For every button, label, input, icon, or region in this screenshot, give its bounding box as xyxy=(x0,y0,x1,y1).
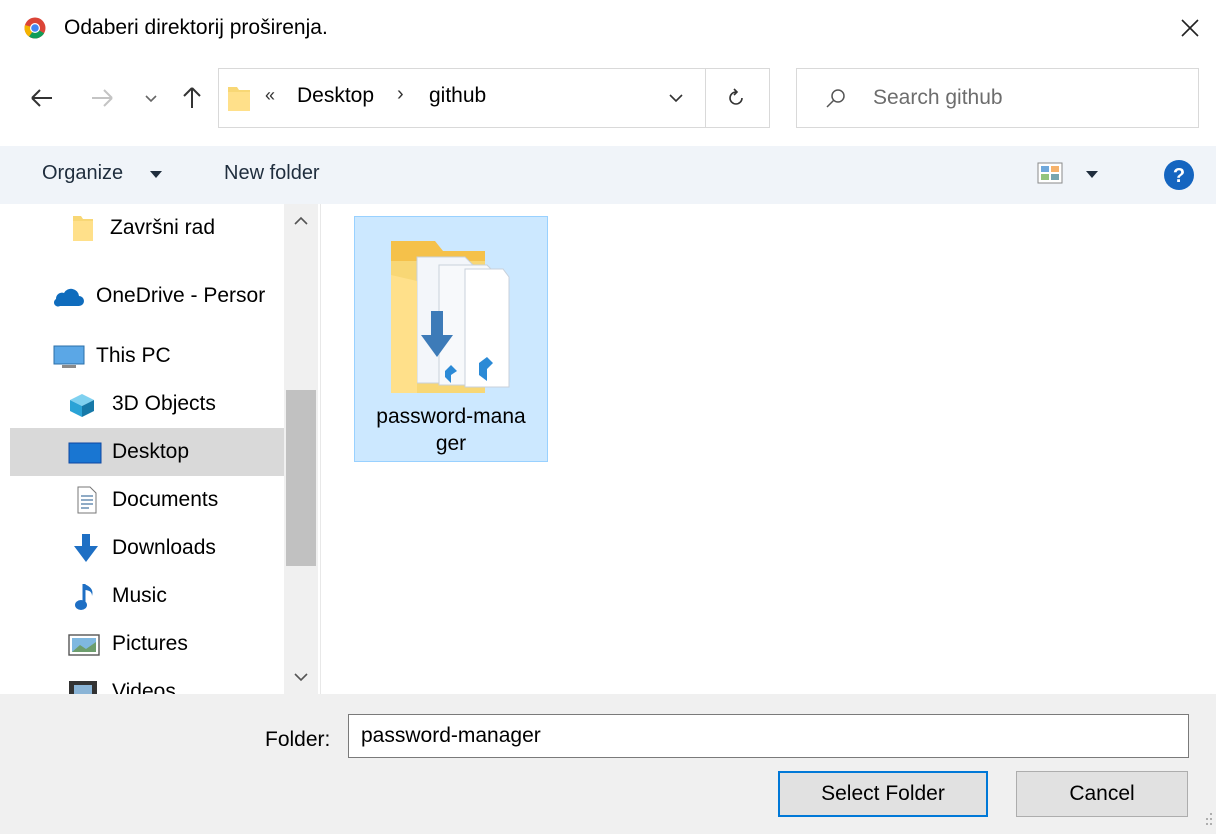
help-icon[interactable]: ? xyxy=(1162,158,1196,192)
sidebar-item-desktop[interactable]: Desktop xyxy=(10,428,284,476)
scroll-down-icon[interactable] xyxy=(292,670,310,684)
documents-icon xyxy=(77,486,97,514)
sidebar-item-videos[interactable]: Videos xyxy=(10,668,284,694)
downloads-icon xyxy=(74,534,98,562)
sidebar-item-label: Videos xyxy=(112,680,176,694)
new-folder-button[interactable]: New folder xyxy=(224,162,320,185)
folder-icon xyxy=(73,216,93,241)
folder-item-label: password-mana ger xyxy=(355,403,547,457)
organize-button[interactable]: Organize xyxy=(42,162,123,185)
scrollbar-thumb[interactable] xyxy=(286,390,316,566)
breadcrumb-desktop[interactable]: Desktop xyxy=(297,84,374,108)
sidebar-item-label: Završni rad xyxy=(110,216,216,239)
svg-text:?: ? xyxy=(1173,165,1185,187)
breadcrumb-github[interactable]: github xyxy=(429,84,486,108)
music-icon xyxy=(75,584,93,610)
cancel-button[interactable]: Cancel xyxy=(1016,771,1188,817)
navigation-pane[interactable]: Završni rad OneDrive - Persor This PC 3D… xyxy=(0,204,318,694)
sidebar-item-label: This PC xyxy=(96,344,171,367)
this-pc-icon xyxy=(53,345,85,368)
up-button[interactable] xyxy=(172,78,212,118)
sidebar-item-label: OneDrive - Persor xyxy=(96,284,266,307)
title-bar: Odaberi direktorij proširenja. xyxy=(0,0,1216,58)
sidebar-item-onedrive[interactable]: OneDrive - Persor xyxy=(10,272,284,320)
sidebar-item-label: Documents xyxy=(112,488,219,511)
sidebar-item-3d-objects[interactable]: 3D Objects xyxy=(10,380,284,428)
dropdown-chevron-icon[interactable] xyxy=(665,87,687,109)
dialog-title: Odaberi direktorij proširenja. xyxy=(64,16,328,39)
search-icon xyxy=(826,89,845,108)
resize-grip-icon[interactable] xyxy=(1204,810,1214,828)
scroll-up-icon[interactable] xyxy=(292,214,310,228)
refresh-button[interactable] xyxy=(719,83,753,113)
sidebar-item-label: Pictures xyxy=(112,632,188,655)
3d-objects-icon xyxy=(70,394,94,417)
address-bar[interactable]: « Desktop › github xyxy=(218,68,770,128)
vscode-folder-icon xyxy=(391,241,510,393)
breadcrumb-overflow[interactable]: « xyxy=(265,85,275,106)
onedrive-cloud-icon xyxy=(53,288,84,307)
sidebar-item-this-pc[interactable]: This PC xyxy=(10,332,284,380)
folder-icon xyxy=(228,87,250,111)
nav-pane-scrollbar[interactable] xyxy=(284,204,318,694)
select-folder-button[interactable]: Select Folder xyxy=(778,771,988,817)
search-box[interactable] xyxy=(796,68,1199,128)
caret-down-icon[interactable] xyxy=(150,171,162,179)
close-button[interactable] xyxy=(1168,8,1212,48)
view-options-icon[interactable] xyxy=(1037,162,1063,184)
dialog-footer: Folder: Select Folder Cancel xyxy=(0,694,1216,834)
forward-button[interactable] xyxy=(82,78,122,118)
sidebar-item-pictures[interactable]: Pictures xyxy=(10,620,284,668)
address-divider xyxy=(705,69,706,127)
breadcrumb-separator[interactable]: › xyxy=(397,83,404,106)
command-toolbar: Organize New folder ? xyxy=(0,146,1216,204)
sidebar-item-documents[interactable]: Documents xyxy=(10,476,284,524)
desktop-icon xyxy=(68,442,102,464)
sidebar-item-label: Desktop xyxy=(112,440,190,463)
folder-field-label: Folder: xyxy=(265,728,331,751)
recent-locations-chevron-icon[interactable] xyxy=(140,82,162,114)
search-input[interactable] xyxy=(873,81,1173,115)
pane-divider xyxy=(320,204,321,694)
sidebar-item-music[interactable]: Music xyxy=(10,572,284,620)
chrome-icon xyxy=(24,17,46,39)
folder-name-input[interactable] xyxy=(348,714,1189,758)
videos-icon xyxy=(69,681,97,694)
back-button[interactable] xyxy=(22,78,62,118)
view-caret-down-icon[interactable] xyxy=(1086,171,1098,179)
sidebar-item-label: Music xyxy=(112,584,167,607)
sidebar-item-zavrsni-rad[interactable]: Završni rad xyxy=(10,204,284,252)
folder-item-password-manager[interactable]: password-mana ger xyxy=(354,216,548,462)
folder-item-name: password-mana ger xyxy=(376,405,526,455)
close-icon xyxy=(1181,19,1199,37)
refresh-icon xyxy=(729,88,743,105)
pictures-icon xyxy=(68,634,100,656)
sidebar-item-label: 3D Objects xyxy=(112,392,216,415)
sidebar-item-downloads[interactable]: Downloads xyxy=(10,524,284,572)
sidebar-item-label: Downloads xyxy=(112,536,216,559)
